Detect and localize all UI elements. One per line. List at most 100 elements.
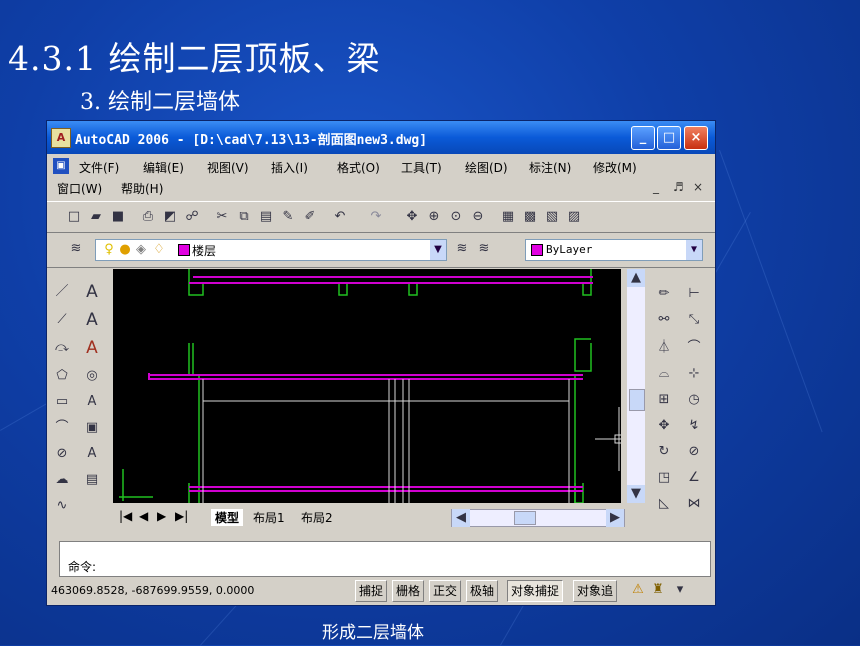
minimize-button[interactable]: _ [631, 126, 655, 150]
tab-nav-last-icon[interactable]: ▶| [175, 509, 188, 523]
stretch-icon[interactable]: ◺ [655, 495, 673, 513]
polar-toggle[interactable]: 极轴 [466, 580, 499, 602]
pan-icon[interactable]: ✥ [403, 208, 421, 226]
move-icon[interactable]: ✥ [655, 417, 673, 435]
construction-line-icon[interactable]: ⟋ [53, 311, 71, 329]
radius-icon[interactable]: ◷ [685, 391, 703, 409]
edit-text-icon[interactable]: A [83, 339, 101, 357]
erase-icon[interactable]: ✏ [655, 285, 673, 303]
scroll-up-icon[interactable]: ▲ [627, 269, 645, 287]
otrack-toggle[interactable]: 对象追 [573, 580, 618, 602]
menu-insert[interactable]: 插入(I) [271, 159, 308, 176]
redo-icon[interactable]: ↷ [367, 208, 385, 226]
spell-icon[interactable]: A [83, 393, 101, 411]
tab-layout2[interactable]: 布局2 [301, 509, 333, 526]
circle-icon[interactable]: ⊘ [53, 445, 71, 463]
grid-toggle[interactable]: 栅格 [392, 580, 425, 602]
undo-icon[interactable]: ↶ [331, 208, 349, 226]
polygon-icon[interactable]: ⬠ [53, 367, 71, 385]
aligned-dim-icon[interactable]: ⤡ [685, 311, 703, 329]
menu-file[interactable]: 文件(F) [79, 159, 119, 176]
ortho-toggle[interactable]: 正交 [429, 580, 462, 602]
lock-status-icon[interactable]: ♜ [649, 581, 667, 599]
mdi-restore-button[interactable]: ♬ [673, 180, 684, 194]
osnap-toggle[interactable]: 对象捕捉 [507, 580, 564, 602]
tool-palettes-icon[interactable]: ▧ [543, 208, 561, 226]
multiline-text-icon[interactable]: A [83, 311, 101, 329]
tab-nav-prev-icon[interactable]: ◀ [139, 509, 148, 523]
autocad-app-icon[interactable]: A [51, 128, 71, 148]
sheet-set-icon[interactable]: ▨ [565, 208, 583, 226]
preview-icon[interactable]: ◩ [161, 208, 179, 226]
scroll-right-icon[interactable]: ▶ [606, 509, 624, 527]
scale-text-icon[interactable]: ▣ [83, 419, 101, 437]
tab-nav-next-icon[interactable]: ▶ [157, 509, 166, 523]
menu-tools[interactable]: 工具(T) [401, 159, 442, 176]
quick-dim-icon[interactable]: ⋈ [685, 495, 703, 513]
tab-nav-first-icon[interactable]: |◀ [119, 509, 132, 523]
drawing-canvas[interactable] [113, 269, 621, 503]
paste-icon[interactable]: ▤ [257, 208, 275, 226]
arc-length-icon[interactable]: ⌒ [685, 339, 703, 357]
justify-text-icon[interactable]: A [83, 445, 101, 463]
scroll-down-icon[interactable]: ▼ [627, 485, 645, 503]
layer-manager-icon[interactable]: ≋ [67, 240, 85, 258]
revision-cloud-icon[interactable]: ☁ [53, 471, 71, 489]
print-icon[interactable]: ⎙ [139, 208, 157, 226]
horizontal-scrollbar[interactable]: ◀ ▶ [451, 509, 625, 527]
scale-icon[interactable]: ◳ [655, 469, 673, 487]
angular-icon[interactable]: ∠ [685, 469, 703, 487]
h-scroll-thumb[interactable] [514, 511, 536, 525]
rotate-icon[interactable]: ↻ [655, 443, 673, 461]
linear-dim-icon[interactable]: ⊢ [685, 285, 703, 303]
arc-icon[interactable]: ⌒ [53, 419, 71, 437]
color-dropdown[interactable]: ByLayer ▼ [525, 239, 703, 261]
copy-icon[interactable]: ⧉ [235, 208, 253, 226]
coordinate-readout[interactable]: 463069.8528, -687699.9559, 0.0000 [51, 584, 254, 597]
publish-icon[interactable]: ☍ [183, 208, 201, 226]
scroll-thumb[interactable] [629, 389, 645, 411]
save-icon[interactable]: ■ [109, 208, 127, 226]
mdi-minimize-button[interactable]: _ [653, 180, 659, 194]
menu-window[interactable]: 窗口(W) [57, 180, 102, 197]
zoom-realtime-icon[interactable]: ⊕ [425, 208, 443, 226]
mirror-icon[interactable]: ⏃ [655, 339, 673, 357]
rectangle-icon[interactable]: ▭ [53, 393, 71, 411]
match-properties-icon[interactable]: ✎ [279, 208, 297, 226]
new-icon[interactable]: □ [65, 208, 83, 226]
tab-layout1[interactable]: 布局1 [253, 509, 285, 526]
copy-object-icon[interactable]: ⚯ [655, 311, 673, 329]
zoom-window-icon[interactable]: ⊙ [447, 208, 465, 226]
menu-dimension[interactable]: 标注(N) [529, 159, 571, 176]
layer-dropdown[interactable]: ♀ ● ◈ ♢ 楼层 ▼ [95, 239, 447, 261]
polyline-icon[interactable]: ⤼ [53, 339, 71, 357]
text-icon[interactable]: A [83, 283, 101, 301]
document-icon[interactable]: ▣ [53, 158, 69, 174]
chevron-down-icon[interactable]: ▼ [686, 240, 702, 260]
vertical-scrollbar[interactable]: ▲ ▼ [627, 269, 645, 503]
tab-model[interactable]: 模型 [211, 509, 244, 526]
status-menu-arrow-icon[interactable]: ▾ [671, 581, 689, 599]
properties-icon[interactable]: ▦ [499, 208, 517, 226]
open-icon[interactable]: ▰ [87, 208, 105, 226]
menu-help[interactable]: 帮助(H) [121, 180, 163, 197]
zoom-previous-icon[interactable]: ⊖ [469, 208, 487, 226]
menu-draw[interactable]: 绘图(D) [465, 159, 508, 176]
array-icon[interactable]: ⊞ [655, 391, 673, 409]
find-text-icon[interactable]: ◎ [83, 367, 101, 385]
close-button[interactable]: × [684, 126, 708, 150]
diameter-icon[interactable]: ⊘ [685, 443, 703, 461]
snap-toggle[interactable]: 捕捉 [355, 580, 388, 602]
ordinate-icon[interactable]: ⊹ [685, 365, 703, 383]
offset-icon[interactable]: ⌓ [655, 365, 673, 383]
warning-icon[interactable]: ⚠ [629, 581, 647, 599]
design-center-icon[interactable]: ▩ [521, 208, 539, 226]
chevron-down-icon[interactable]: ▼ [430, 240, 446, 260]
menu-format[interactable]: 格式(O) [337, 159, 380, 176]
line-icon[interactable]: ／ [53, 283, 71, 301]
layer-previous-icon[interactable]: ≋ [475, 240, 493, 258]
command-line[interactable]: 命令: [59, 541, 711, 577]
menu-view[interactable]: 视图(V) [207, 159, 249, 176]
table-icon[interactable]: ▤ [83, 471, 101, 489]
make-current-icon[interactable]: ≋ [453, 240, 471, 258]
